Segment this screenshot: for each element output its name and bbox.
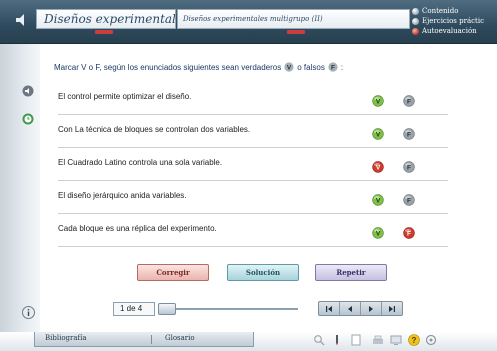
statement-text: El Cuadrado Latino controla una sola var… <box>58 158 223 167</box>
statement-text: Con La técnica de bloques se controlan d… <box>58 125 251 134</box>
first-page-icon <box>326 305 332 312</box>
prev-page-icon <box>348 305 352 312</box>
svg-text:V: V <box>376 230 381 237</box>
nav-menu: Contenido Ejercicios práctic Autoevaluac… <box>412 6 497 36</box>
statement-list: El control permite optimizar el diseño. V… <box>58 82 448 247</box>
section-subtitle: Diseños experimentales multigrupo (II) <box>177 9 410 29</box>
nav-item-label: Ejercicios práctic <box>422 17 485 25</box>
nav-item-autoevaluacion[interactable]: Autoevaluación <box>412 26 497 36</box>
svg-text:F: F <box>407 197 411 204</box>
radio-dot-icon <box>412 7 419 15</box>
statement-row: El Cuadrado Latino controla una sola var… <box>58 148 448 181</box>
nav-item-contenido[interactable]: Contenido <box>412 6 497 16</box>
nav-item-label: Autoevaluación <box>422 27 477 35</box>
statement-row: El control permite optimizar el diseño. V… <box>58 82 448 115</box>
corregir-button[interactable]: Corregir <box>137 264 209 281</box>
false-button[interactable]: F <box>403 128 415 140</box>
action-bar: Corregir Solución Repetir <box>0 264 497 284</box>
svg-text:F: F <box>407 230 411 237</box>
svg-text:V: V <box>376 98 381 105</box>
help-icon[interactable]: ? <box>408 334 420 346</box>
last-page-icon <box>389 305 395 312</box>
statement-text: El control permite optimizar el diseño. <box>58 92 192 101</box>
svg-text:V: V <box>376 131 381 138</box>
false-button[interactable]: F <box>403 161 415 173</box>
svg-text:F: F <box>407 131 411 138</box>
statement-row: Cada bloque es una réplica del experimen… <box>58 214 448 247</box>
slider-track <box>158 308 298 310</box>
svg-text:V: V <box>287 64 292 71</box>
last-page-button[interactable] <box>382 302 402 315</box>
true-button[interactable]: V <box>372 128 384 140</box>
speaker-icon[interactable] <box>14 12 30 28</box>
repetir-button[interactable]: Repetir <box>315 264 387 281</box>
title-marker <box>95 30 113 34</box>
solucion-button[interactable]: Solución <box>227 264 299 281</box>
quiz-instruction: Marcar V o F, según los enunciados sigui… <box>54 62 343 72</box>
clock-icon[interactable] <box>22 113 34 125</box>
statement-text: Cada bloque es una réplica del experimen… <box>58 224 217 233</box>
radio-dot-icon <box>412 17 419 25</box>
statement-row: Con La técnica de bloques se controlan d… <box>58 115 448 148</box>
prev-page-button[interactable] <box>340 302 361 315</box>
instruction-text: Marcar V o F, según los enunciados sigui… <box>54 62 282 72</box>
svg-text:F: F <box>331 64 335 71</box>
tab-divider <box>151 335 152 344</box>
tab-glosario[interactable]: Glosario <box>165 332 245 346</box>
instruction-text-mid: o falsos <box>297 62 325 72</box>
sound-icon[interactable] <box>22 85 34 97</box>
svg-text:V: V <box>376 197 381 204</box>
subtitle-marker <box>287 30 305 34</box>
false-button[interactable]: F <box>403 227 415 239</box>
print-icon[interactable] <box>372 334 384 346</box>
svg-text:F: F <box>407 164 411 171</box>
instruction-text-end: : <box>340 62 344 72</box>
radio-dot-icon <box>412 27 419 35</box>
document-icon[interactable] <box>350 334 362 346</box>
statement-row: El diseño jerárquico anida variables. V F <box>58 181 448 214</box>
search-icon[interactable] <box>313 334 325 346</box>
pager-nav <box>318 301 403 316</box>
statement-text: El diseño jerárquico anida variables. <box>58 191 187 200</box>
page-indicator: 1 de 4 <box>113 302 155 316</box>
slider-thumb[interactable] <box>158 303 176 315</box>
section-title: Diseños experimentales <box>36 9 176 29</box>
nav-item-ejercicios[interactable]: Ejercicios práctic <box>412 16 497 26</box>
false-button[interactable]: F <box>403 95 415 107</box>
info-icon[interactable] <box>22 306 35 319</box>
pen-icon[interactable] <box>331 334 343 346</box>
page-slider[interactable] <box>158 303 298 315</box>
true-button[interactable]: V <box>372 194 384 206</box>
tab-bibliografia[interactable]: Bibliografía <box>45 332 139 346</box>
true-button[interactable]: V <box>372 227 384 239</box>
bottom-tabs: Bibliografía Glosario <box>34 332 254 347</box>
nav-item-label: Contenido <box>422 7 459 15</box>
exit-icon[interactable] <box>425 334 437 346</box>
true-badge-icon: V <box>284 62 294 72</box>
svg-text:?: ? <box>412 336 417 345</box>
first-page-button[interactable] <box>319 302 340 315</box>
quiz-panel: Marcar V o F, según los enunciados sigui… <box>44 52 454 294</box>
false-button[interactable]: F <box>403 194 415 206</box>
app-window: Diseños experimentales Diseños experimen… <box>0 0 497 351</box>
left-rail <box>0 44 40 351</box>
svg-text:V: V <box>376 164 381 171</box>
false-badge-icon: F <box>328 62 338 72</box>
next-page-button[interactable] <box>361 302 382 315</box>
header-bar: Diseños experimentales Diseños experimen… <box>0 0 497 44</box>
true-button[interactable]: V <box>372 161 384 173</box>
true-button[interactable]: V <box>372 95 384 107</box>
next-page-icon <box>369 305 373 312</box>
monitor-icon[interactable] <box>390 334 402 346</box>
svg-text:F: F <box>407 98 411 105</box>
